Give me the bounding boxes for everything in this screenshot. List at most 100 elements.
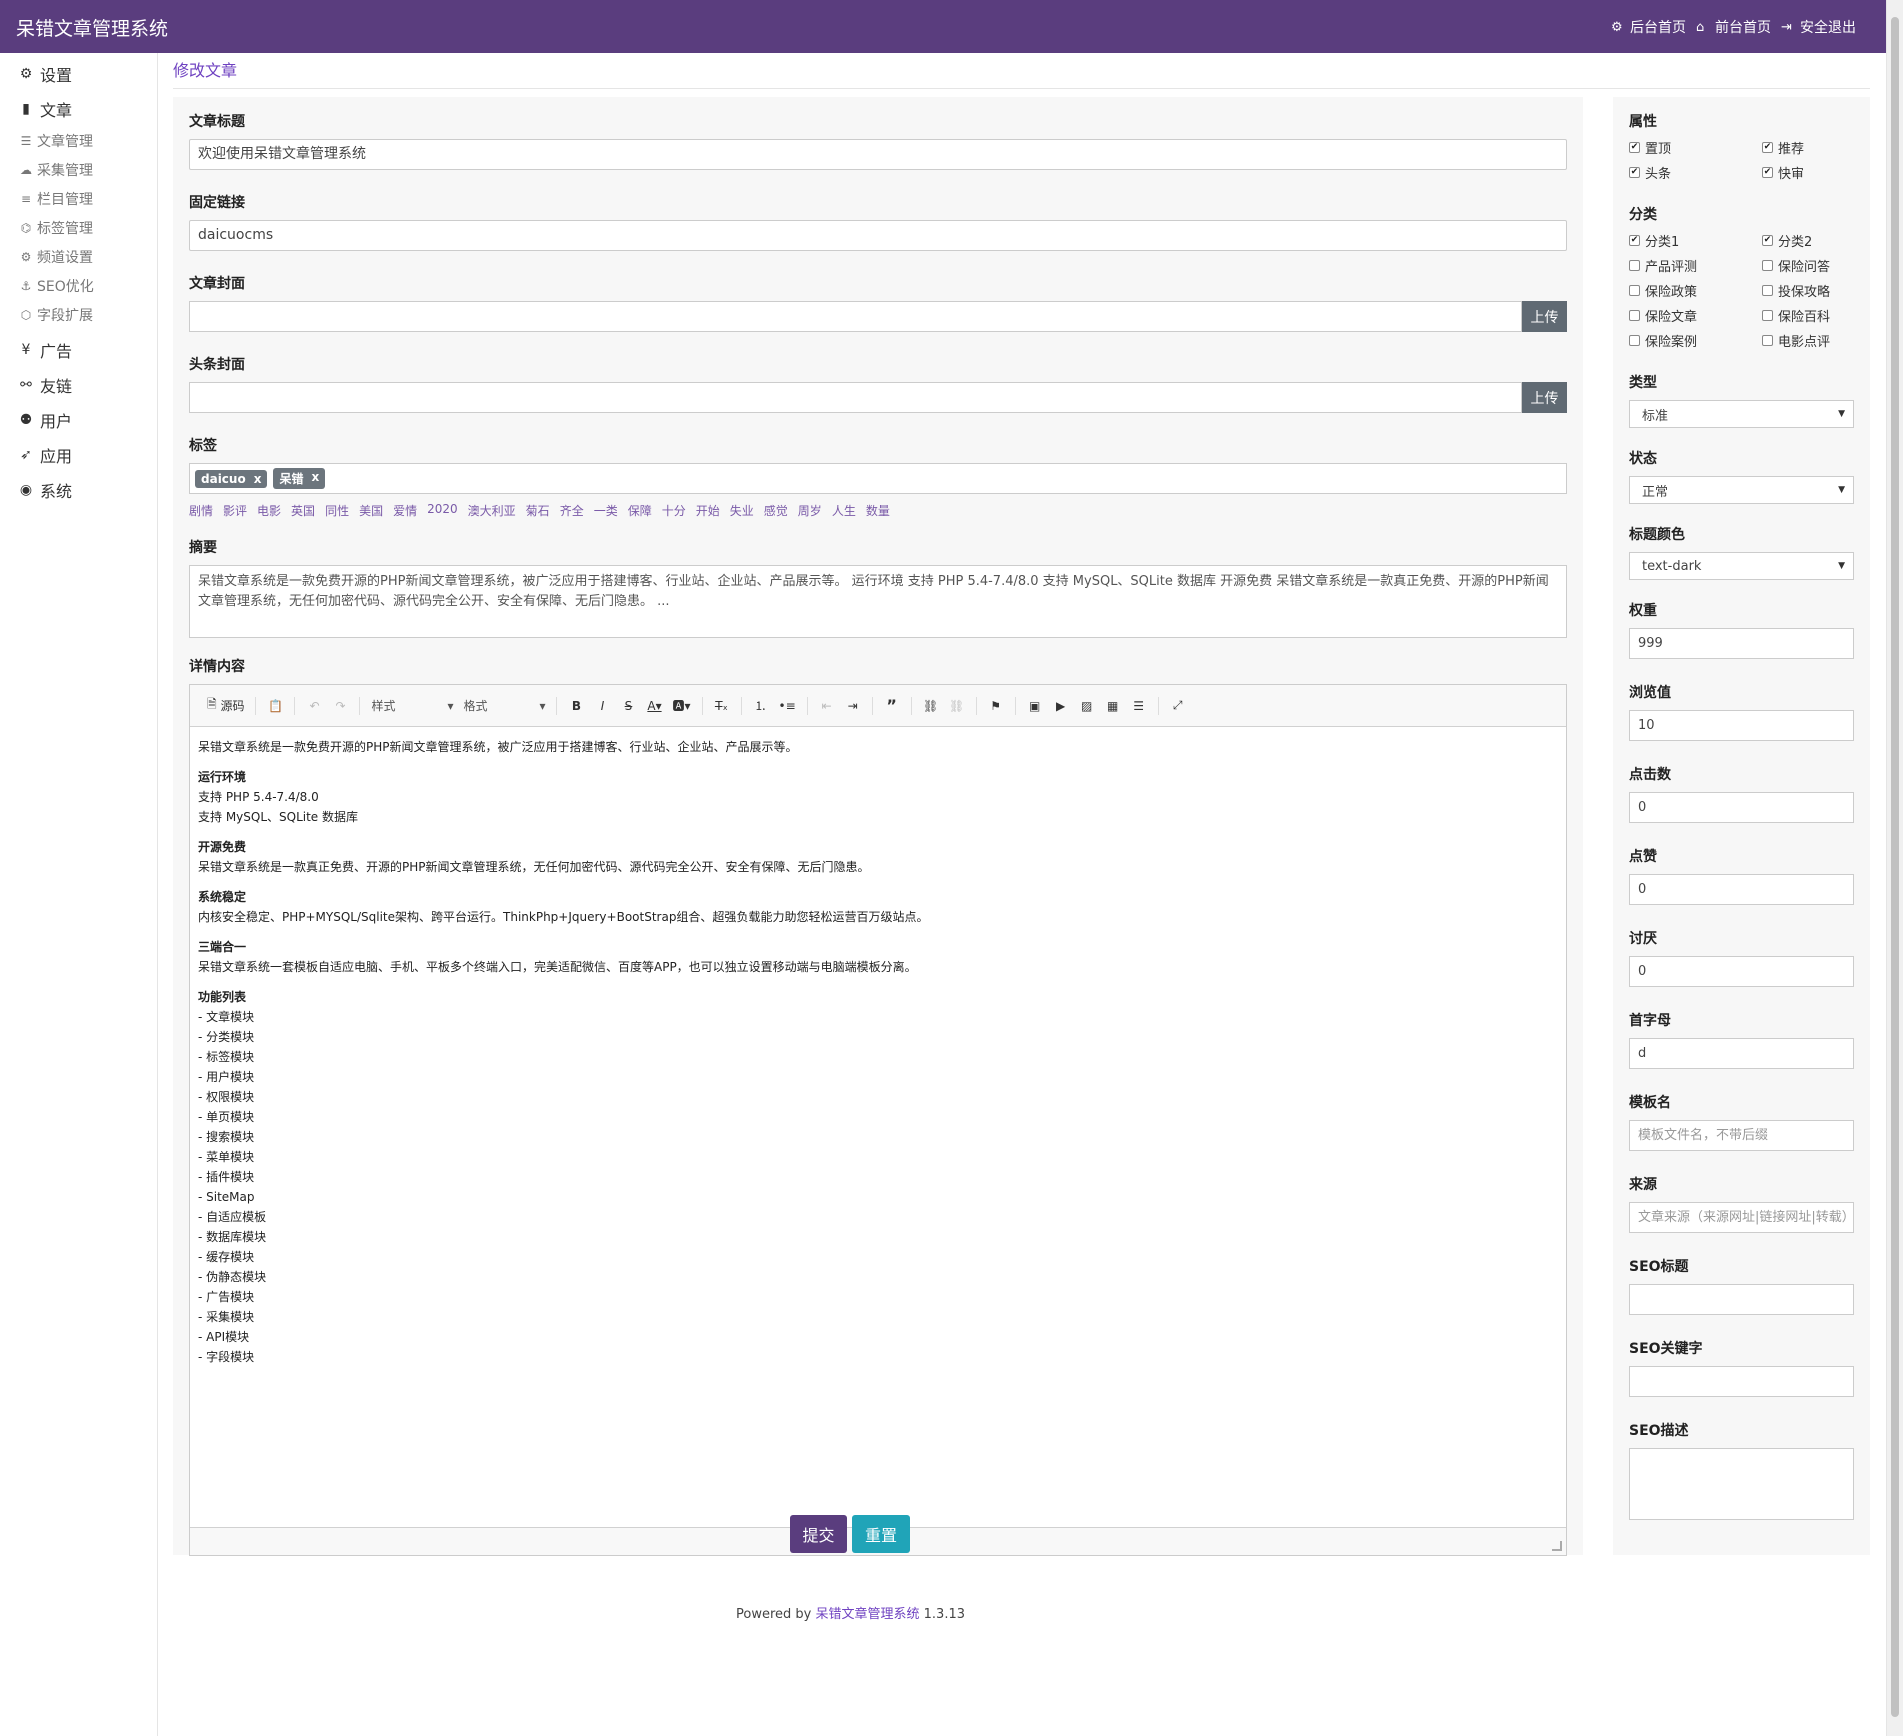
tag-suggestion-link[interactable]: 保障 <box>628 502 652 519</box>
italic-icon[interactable]: I <box>591 694 613 718</box>
sidebar-item-system[interactable]: ◉ 系统 <box>0 472 157 507</box>
text-color-icon[interactable]: A▾ <box>643 694 665 718</box>
checkbox-option[interactable]: ✔ 分类2 <box>1762 230 1862 250</box>
media-play-icon[interactable]: ▶ <box>1050 694 1072 718</box>
clicks-input[interactable]: 0 <box>1629 792 1854 823</box>
checkbox-option[interactable]: ✔ 推荐 <box>1762 137 1862 157</box>
source-input[interactable]: 文章来源（来源网址|链接网址|转载） <box>1629 1202 1854 1233</box>
checkbox-empty-icon[interactable] <box>1629 259 1640 271</box>
summary-textarea[interactable]: 呆错文章系统是一款免费开源的PHP新闻文章管理系统，被广泛应用于搭建博客、行业站… <box>189 565 1567 638</box>
checkbox-checked-icon[interactable]: ✔ <box>1629 234 1640 246</box>
tag-suggestion-link[interactable]: 澳大利亚 <box>468 502 516 519</box>
scrollbar-thumb[interactable] <box>1891 17 1899 1717</box>
admin-home-link[interactable]: ⚙ 后台首页 <box>1611 17 1686 37</box>
checkbox-option[interactable]: 产品评测 <box>1629 255 1762 275</box>
checkbox-option[interactable]: ✔ 快审 <box>1762 162 1862 182</box>
checkbox-option[interactable]: 电影点评 <box>1762 330 1862 350</box>
checkbox-option[interactable]: ✔ 头条 <box>1629 162 1762 182</box>
tag-suggestion-link[interactable]: 美国 <box>359 502 383 519</box>
sidebar-item-tags[interactable]: ⌬ 标签管理 <box>0 213 157 242</box>
sidebar-item-article-manage[interactable]: ☰ 文章管理 <box>0 126 157 155</box>
dislikes-input[interactable]: 0 <box>1629 956 1854 987</box>
format-combo[interactable]: 格式 ▾ <box>460 694 548 718</box>
tag-suggestion-link[interactable]: 爱情 <box>393 502 417 519</box>
checkbox-option[interactable]: 保险文章 <box>1629 305 1762 325</box>
checkbox-option[interactable]: ✔ 置顶 <box>1629 137 1762 157</box>
tags-input[interactable]: daicuo x 呆错 x <box>189 463 1567 494</box>
headline-cover-upload-button[interactable]: 上传 <box>1522 382 1567 413</box>
tag-remove-button[interactable]: x <box>311 470 319 487</box>
editor-content-area[interactable]: 呆错文章系统是一款免费开源的PHP新闻文章管理系统，被广泛应用于搭建博客、行业站… <box>190 727 1566 1527</box>
reset-button[interactable]: 重置 <box>852 1515 910 1553</box>
tag-suggestion-link[interactable]: 电影 <box>257 502 281 519</box>
checkbox-checked-icon[interactable]: ✔ <box>1762 166 1773 178</box>
brand-title[interactable]: 呆错文章管理系统 <box>16 14 168 41</box>
bulleted-list-icon[interactable]: •≡ <box>776 694 799 718</box>
sidebar-item-ads[interactable]: ¥ 广告 <box>0 332 157 367</box>
checkbox-option[interactable]: ✔ 分类1 <box>1629 230 1762 250</box>
checkbox-checked-icon[interactable]: ✔ <box>1629 141 1640 153</box>
checkbox-checked-icon[interactable]: ✔ <box>1762 141 1773 153</box>
tag-suggestion-link[interactable]: 人生 <box>832 502 856 519</box>
checkbox-option[interactable]: 保险百科 <box>1762 305 1862 325</box>
sidebar-item-channel[interactable]: ⚙ 频道设置 <box>0 242 157 271</box>
checkbox-empty-icon[interactable] <box>1762 259 1773 271</box>
submit-button[interactable]: 提交 <box>790 1515 847 1553</box>
tag-suggestion-link[interactable]: 菊石 <box>526 502 550 519</box>
tag-suggestion-link[interactable]: 开始 <box>696 502 720 519</box>
checkbox-checked-icon[interactable]: ✔ <box>1629 166 1640 178</box>
checkbox-empty-icon[interactable] <box>1629 309 1640 321</box>
checkbox-option[interactable]: 保险案例 <box>1629 330 1762 350</box>
type-select[interactable]: 标准 ▼ <box>1629 400 1854 428</box>
sidebar-item-users[interactable]: ⚉ 用户 <box>0 402 157 437</box>
bold-icon[interactable]: B <box>565 694 587 718</box>
blockquote-icon[interactable]: ” <box>881 694 903 718</box>
cover-input[interactable] <box>189 301 1522 332</box>
maximize-icon[interactable]: ⤢ <box>1167 694 1189 718</box>
seo-keywords-input[interactable] <box>1629 1366 1854 1397</box>
unlink-icon[interactable]: ⛓ <box>946 694 968 718</box>
title-color-select[interactable]: text-dark ▼ <box>1629 552 1854 580</box>
sidebar-item-apps[interactable]: ➶ 应用 <box>0 437 157 472</box>
template-input[interactable]: 模板文件名，不带后缀 <box>1629 1120 1854 1151</box>
seo-desc-textarea[interactable] <box>1629 1448 1854 1520</box>
seo-title-input[interactable] <box>1629 1284 1854 1315</box>
tag-suggestion-link[interactable]: 齐全 <box>560 502 584 519</box>
sidebar-item-fields[interactable]: ⬡ 字段扩展 <box>0 300 157 329</box>
tag-suggestion-link[interactable]: 周岁 <box>798 502 822 519</box>
front-home-link[interactable]: ⌂ 前台首页 <box>1696 17 1771 37</box>
image-upload-icon[interactable]: ▨ <box>1076 694 1098 718</box>
checkbox-option[interactable]: 投保攻略 <box>1762 280 1862 300</box>
tag-suggestion-link[interactable]: 失业 <box>730 502 754 519</box>
footer-brand-link[interactable]: 呆错文章管理系统 <box>816 1607 920 1622</box>
sidebar-item-article[interactable]: ▮ 文章 <box>0 91 157 126</box>
table-icon[interactable]: ▦ <box>1102 694 1124 718</box>
image-icon[interactable]: ▣ <box>1024 694 1046 718</box>
tag-remove-button[interactable]: x <box>254 472 262 486</box>
tag-suggestion-link[interactable]: 一类 <box>594 502 618 519</box>
undo-icon[interactable]: ↶ <box>303 694 325 718</box>
remove-format-icon[interactable]: T̶ₓ <box>711 694 733 718</box>
horizontal-rule-icon[interactable]: ☰ <box>1128 694 1150 718</box>
headline-cover-input[interactable] <box>189 382 1522 413</box>
tag-suggestion-link[interactable]: 剧情 <box>189 502 213 519</box>
tag-suggestion-link[interactable]: 影评 <box>223 502 247 519</box>
checkbox-option[interactable]: 保险问答 <box>1762 255 1862 275</box>
tag-suggestion-link[interactable]: 英国 <box>291 502 315 519</box>
tag-suggestion-link[interactable]: 数量 <box>866 502 890 519</box>
title-input[interactable]: 欢迎使用呆错文章管理系统 <box>189 139 1567 170</box>
strikethrough-icon[interactable]: S <box>617 694 639 718</box>
sidebar-item-settings[interactable]: ⚙ 设置 <box>0 56 157 91</box>
checkbox-empty-icon[interactable] <box>1762 334 1773 346</box>
checkbox-empty-icon[interactable] <box>1762 309 1773 321</box>
checkbox-empty-icon[interactable] <box>1762 284 1773 296</box>
tag-suggestion-link[interactable]: 同性 <box>325 502 349 519</box>
status-select[interactable]: 正常 ▼ <box>1629 476 1854 504</box>
sidebar-item-links[interactable]: ⚯ 友链 <box>0 367 157 402</box>
slug-input[interactable]: daicuocms <box>189 220 1567 251</box>
numbered-list-icon[interactable]: ⒈ <box>750 694 772 718</box>
indent-icon[interactable]: ⇥ <box>842 694 864 718</box>
likes-input[interactable]: 0 <box>1629 874 1854 905</box>
paste-icon[interactable]: 📋 <box>264 694 286 718</box>
initial-input[interactable]: d <box>1629 1038 1854 1069</box>
